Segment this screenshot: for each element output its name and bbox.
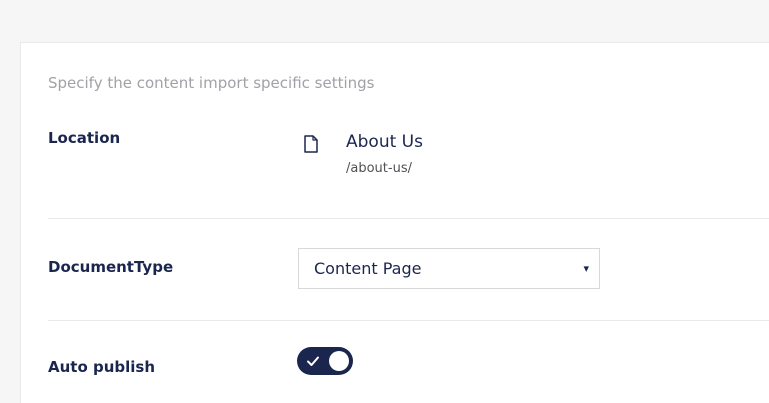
caret-down-icon: ▾ <box>583 262 589 275</box>
location-node-name[interactable]: About Us <box>346 132 423 152</box>
location-node-path: /about-us/ <box>346 161 412 176</box>
auto-publish-label: Auto publish <box>48 358 156 376</box>
document-type-label: DocumentType <box>48 258 174 276</box>
check-icon <box>307 356 319 366</box>
document-type-selected-value: Content Page <box>314 259 422 278</box>
divider <box>48 218 769 219</box>
document-icon <box>304 135 318 153</box>
document-type-select[interactable]: Content Page ▾ <box>298 248 600 289</box>
auto-publish-toggle[interactable] <box>297 347 353 375</box>
toggle-knob <box>329 351 349 371</box>
panel-description: Specify the content import specific sett… <box>48 74 375 92</box>
divider <box>48 320 769 321</box>
settings-panel: Specify the content import specific sett… <box>20 42 769 403</box>
location-label: Location <box>48 129 121 147</box>
